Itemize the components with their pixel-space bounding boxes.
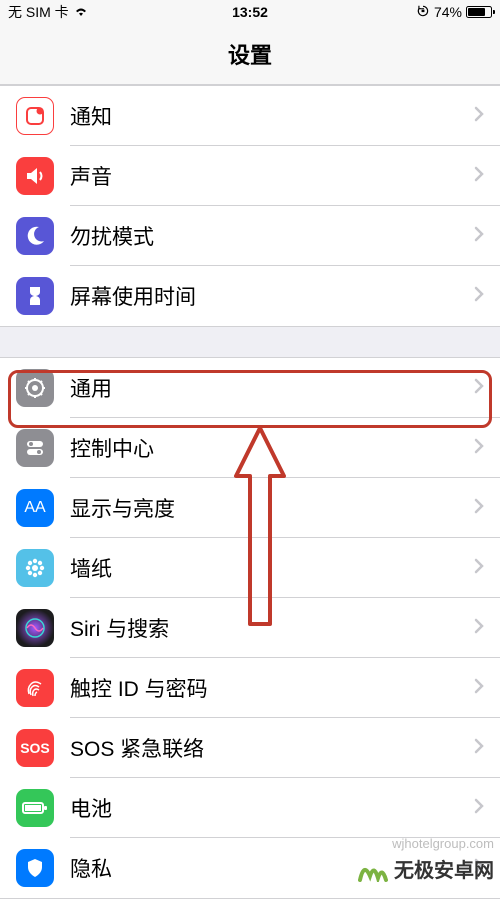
status-bar: 无 SIM 卡 13:52 74% bbox=[0, 0, 500, 24]
chevron-right-icon bbox=[474, 106, 484, 127]
status-left: 无 SIM 卡 bbox=[8, 2, 89, 22]
row-label: 墙纸 bbox=[70, 553, 474, 583]
settings-section-2: 通用 控制中心 AA 显示与亮度 墙纸 Siri 与搜索 触控 ID 与密码 bbox=[0, 357, 500, 899]
row-control-center[interactable]: 控制中心 bbox=[0, 418, 500, 478]
sos-icon: SOS bbox=[16, 729, 54, 767]
status-time: 13:52 bbox=[232, 4, 268, 20]
row-sounds[interactable]: 声音 bbox=[0, 146, 500, 206]
brand-text: 无极安卓网 bbox=[394, 854, 494, 883]
screentime-icon bbox=[16, 277, 54, 315]
sound-icon bbox=[16, 157, 54, 195]
row-general[interactable]: 通用 bbox=[0, 358, 500, 418]
status-right: 74% bbox=[416, 4, 492, 21]
row-label: 控制中心 bbox=[70, 433, 474, 463]
row-label: 显示与亮度 bbox=[70, 493, 474, 523]
row-label: 通知 bbox=[70, 101, 474, 131]
chevron-right-icon bbox=[474, 286, 484, 307]
row-label: Siri 与搜索 bbox=[70, 613, 474, 643]
chevron-right-icon bbox=[474, 226, 484, 247]
row-label: 通用 bbox=[70, 373, 474, 403]
sim-status: 无 SIM 卡 bbox=[8, 2, 69, 22]
watermark-url: wjhotelgroup.com bbox=[392, 836, 494, 851]
page-title: 设置 bbox=[0, 38, 500, 70]
battery-icon bbox=[466, 6, 492, 18]
row-label: 声音 bbox=[70, 161, 474, 191]
row-label: SOS 紧急联络 bbox=[70, 733, 474, 763]
row-label: 电池 bbox=[70, 793, 474, 823]
orientation-lock-icon bbox=[416, 4, 430, 21]
control-center-icon bbox=[16, 429, 54, 467]
page-header: 设置 bbox=[0, 24, 500, 85]
brand-logo: 无极安卓网 bbox=[358, 854, 494, 883]
notifications-icon bbox=[16, 97, 54, 135]
row-label: 屏幕使用时间 bbox=[70, 281, 474, 311]
row-battery[interactable]: 电池 bbox=[0, 778, 500, 838]
chevron-right-icon bbox=[474, 438, 484, 459]
chevron-right-icon bbox=[474, 678, 484, 699]
row-label: 触控 ID 与密码 bbox=[70, 673, 474, 703]
row-wallpaper[interactable]: 墙纸 bbox=[0, 538, 500, 598]
chevron-right-icon bbox=[474, 798, 484, 819]
wallpaper-icon bbox=[16, 549, 54, 587]
chevron-right-icon bbox=[474, 166, 484, 187]
row-touchid[interactable]: 触控 ID 与密码 bbox=[0, 658, 500, 718]
chevron-right-icon bbox=[474, 738, 484, 759]
touchid-icon bbox=[16, 669, 54, 707]
chevron-right-icon bbox=[474, 558, 484, 579]
dnd-icon bbox=[16, 217, 54, 255]
row-notifications[interactable]: 通知 bbox=[0, 86, 500, 146]
row-dnd[interactable]: 勿扰模式 bbox=[0, 206, 500, 266]
privacy-icon bbox=[16, 849, 54, 887]
row-screentime[interactable]: 屏幕使用时间 bbox=[0, 266, 500, 326]
chevron-right-icon bbox=[474, 498, 484, 519]
display-icon: AA bbox=[16, 489, 54, 527]
row-siri[interactable]: Siri 与搜索 bbox=[0, 598, 500, 658]
row-display[interactable]: AA 显示与亮度 bbox=[0, 478, 500, 538]
row-sos[interactable]: SOS SOS 紧急联络 bbox=[0, 718, 500, 778]
wifi-icon bbox=[73, 4, 89, 20]
chevron-right-icon bbox=[474, 618, 484, 639]
row-label: 勿扰模式 bbox=[70, 221, 474, 251]
chevron-right-icon bbox=[474, 378, 484, 399]
battery-percentage: 74% bbox=[434, 4, 462, 20]
siri-icon bbox=[16, 609, 54, 647]
settings-section-1: 通知 声音 勿扰模式 屏幕使用时间 bbox=[0, 85, 500, 327]
general-icon bbox=[16, 369, 54, 407]
battery-menu-icon bbox=[16, 789, 54, 827]
